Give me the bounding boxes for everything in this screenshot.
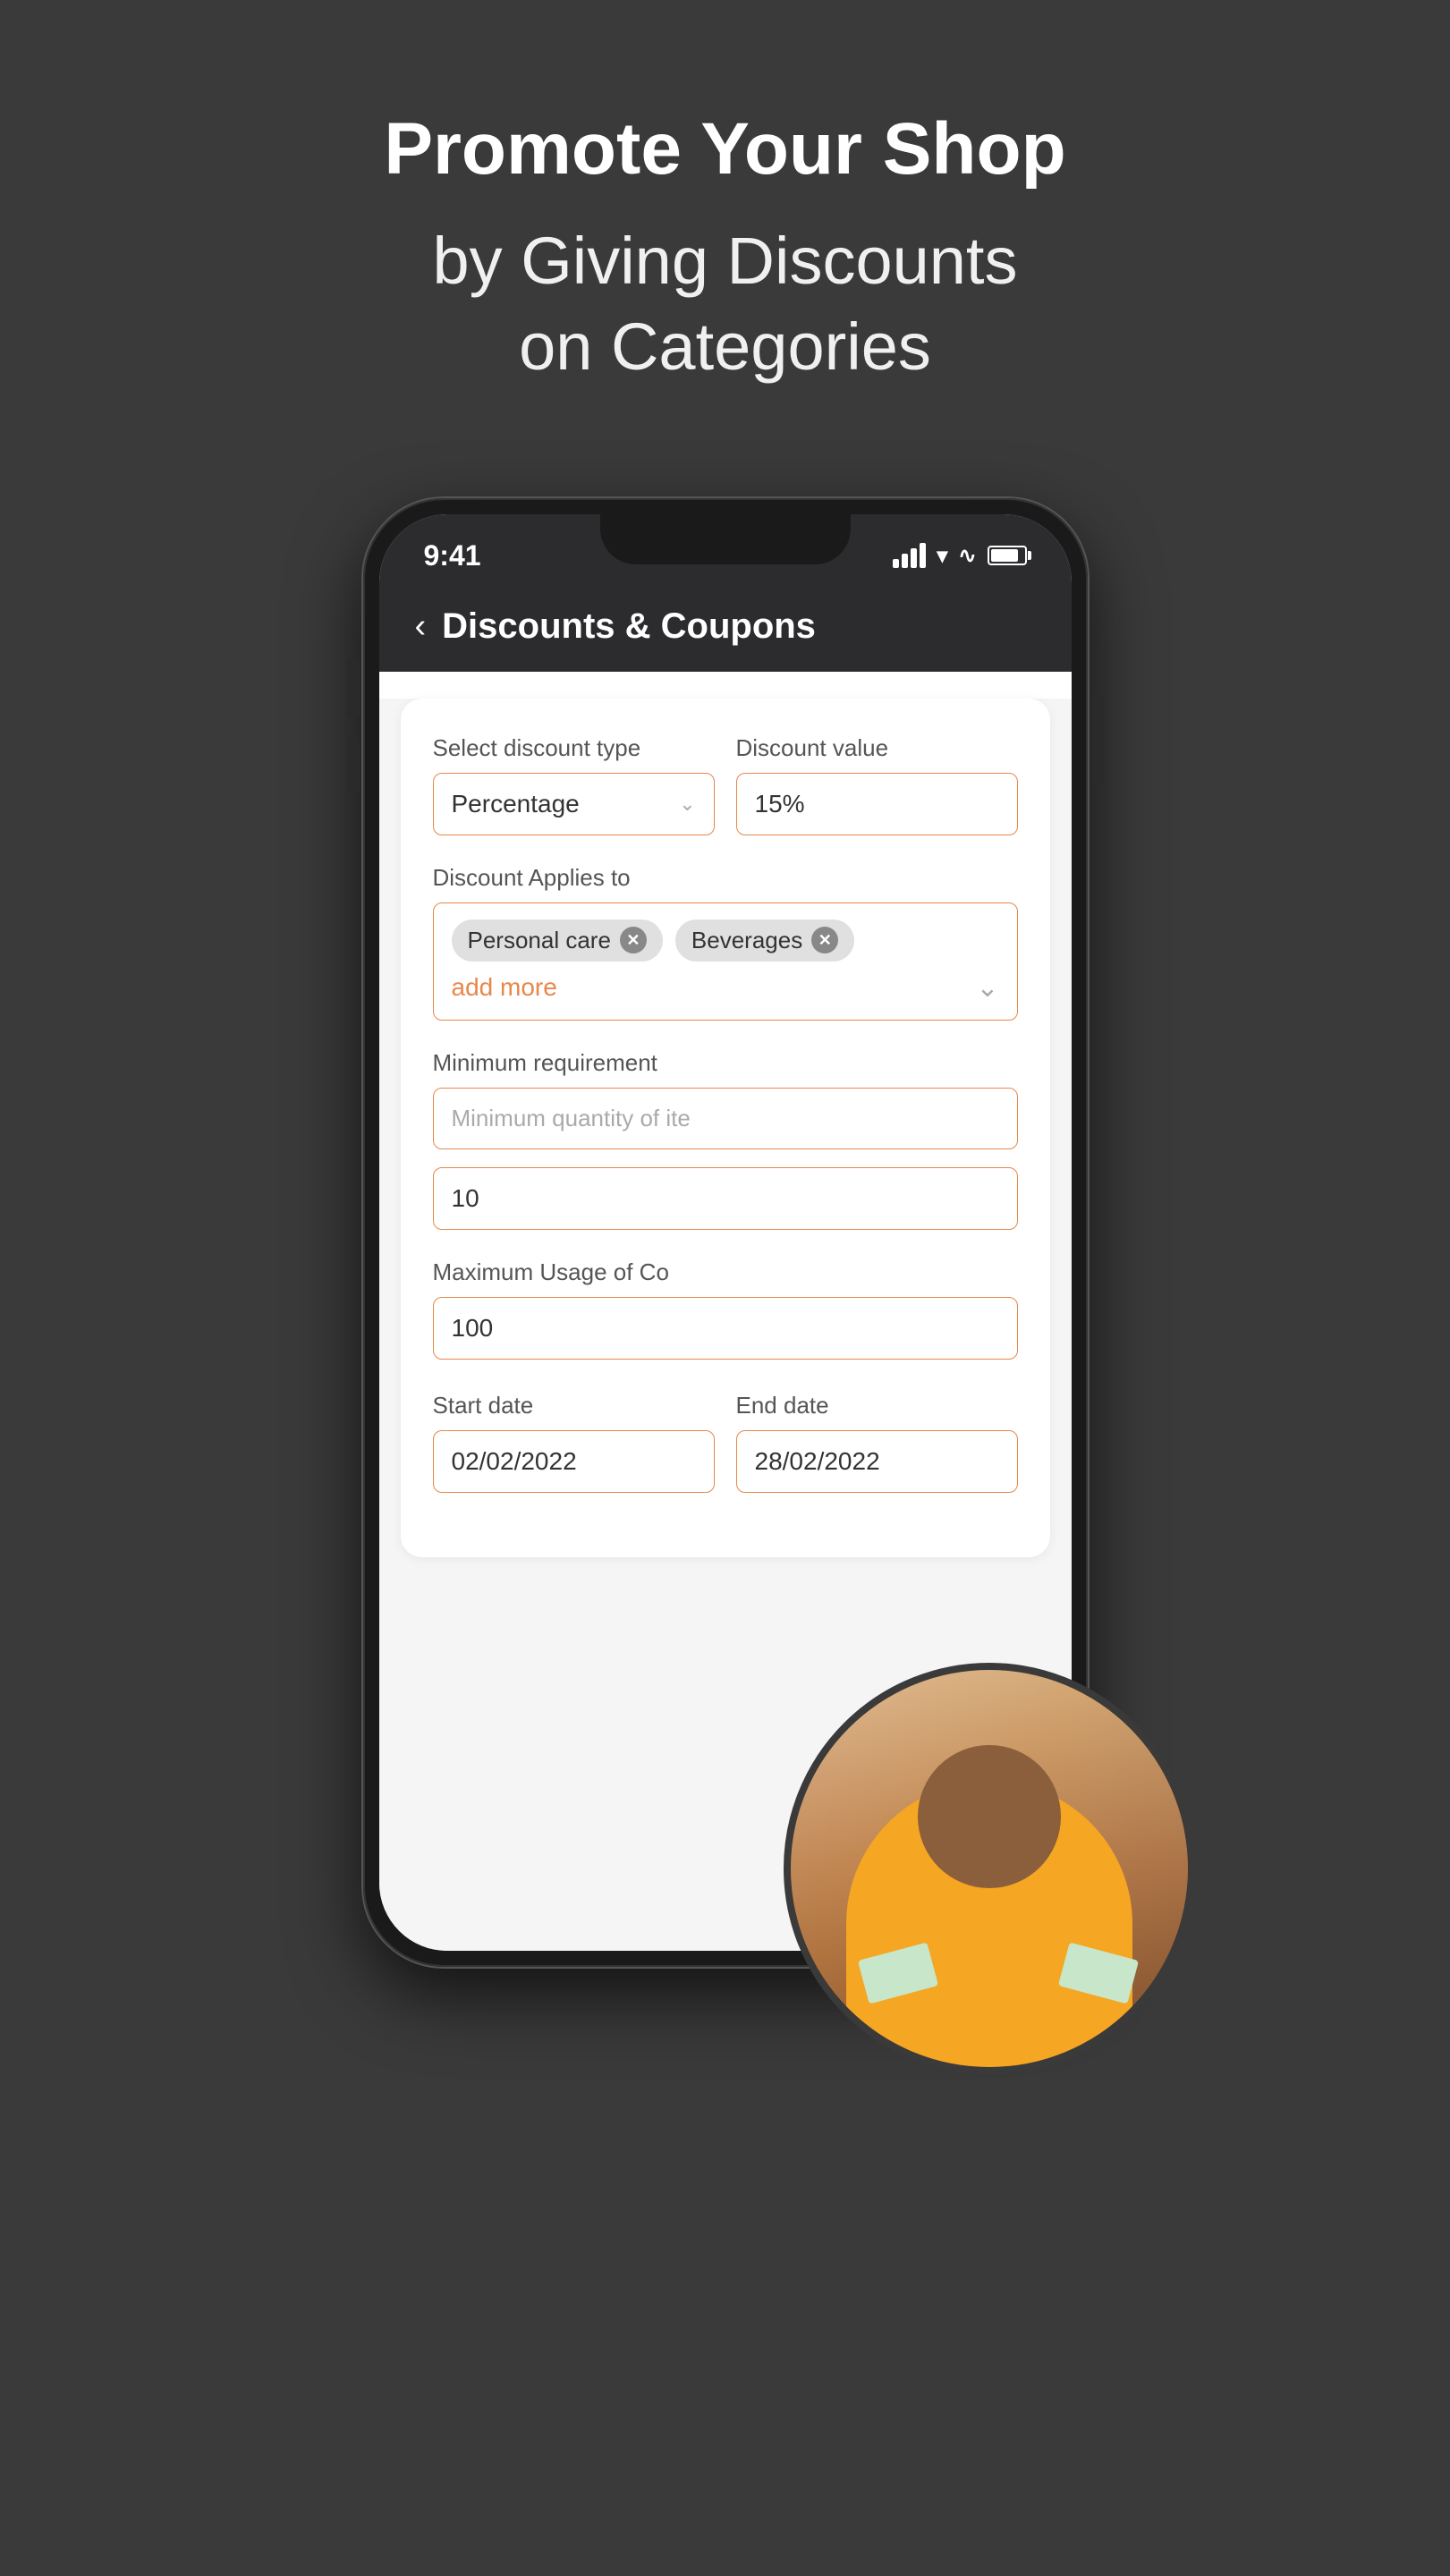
date-row: Start date 02/02/2022 End date 28/02/202… xyxy=(433,1392,1018,1493)
min-qty-group: 10 xyxy=(433,1167,1018,1230)
dropdown-chevron-icon: ⌄ xyxy=(679,792,695,816)
max-usage-input[interactable]: 100 xyxy=(433,1297,1018,1360)
min-qty-input[interactable]: 10 xyxy=(433,1167,1018,1230)
min-req-input[interactable]: Minimum quantity of ite xyxy=(433,1088,1018,1149)
tag-beverages[interactable]: Beverages ✕ xyxy=(675,919,854,962)
discount-type-dropdown[interactable]: Percentage ⌄ xyxy=(433,773,715,835)
add-more-chevron-icon: ⌄ xyxy=(976,972,998,1004)
page-title: Promote Your Shop xyxy=(384,107,1065,191)
discount-type-group: Select discount type Percentage ⌄ xyxy=(433,734,715,835)
nav-title: Discounts & Coupons xyxy=(442,606,816,647)
page-header: Promote Your Shop by Giving Discounts on… xyxy=(312,0,1137,462)
start-date-group: Start date 02/02/2022 xyxy=(433,1392,715,1493)
applies-to-group: Discount Applies to Personal care ✕ Beve… xyxy=(433,864,1018,1021)
tag-label: Personal care xyxy=(468,927,611,954)
back-icon[interactable]: ‹ xyxy=(415,607,427,646)
discount-row: Select discount type Percentage ⌄ Discou… xyxy=(433,734,1018,835)
status-time: 9:41 xyxy=(424,539,481,572)
form-card: Select discount type Percentage ⌄ Discou… xyxy=(401,699,1050,1557)
discount-value-label: Discount value xyxy=(736,734,1018,762)
tags-row: Personal care ✕ Beverages ✕ xyxy=(452,919,999,962)
tag-label: Beverages xyxy=(691,927,802,954)
power-button xyxy=(1091,695,1104,784)
wifi-symbol: ∿ xyxy=(958,543,976,569)
end-date-group: End date 28/02/2022 xyxy=(736,1392,1018,1493)
min-req-label: Minimum requirement xyxy=(433,1049,1018,1077)
notch xyxy=(600,514,851,564)
max-usage-label: Maximum Usage of Co xyxy=(433,1258,1018,1286)
discount-value-group: Discount value 15% xyxy=(736,734,1018,835)
battery-icon xyxy=(988,546,1027,565)
add-more-button[interactable]: add more xyxy=(452,973,557,1002)
page-subtitle: by Giving Discounts on Categories xyxy=(384,218,1065,390)
min-requirement-group: Minimum requirement Minimum quantity of … xyxy=(433,1049,1018,1149)
end-date-input[interactable]: 28/02/2022 xyxy=(736,1430,1018,1493)
end-date-label: End date xyxy=(736,1392,1018,1419)
person-image xyxy=(784,1663,1195,2074)
page-background: Promote Your Shop by Giving Discounts on… xyxy=(0,0,1450,2576)
applies-to-label: Discount Applies to xyxy=(433,864,1018,892)
volume-down-button xyxy=(347,735,360,793)
start-date-label: Start date xyxy=(433,1392,715,1419)
max-usage-group: Maximum Usage of Co 100 xyxy=(433,1258,1018,1360)
remove-beverages-button[interactable]: ✕ xyxy=(811,927,838,953)
start-date-input[interactable]: 02/02/2022 xyxy=(433,1430,715,1493)
status-icons: ▾︎ ∿ xyxy=(893,543,1026,569)
add-more-row: add more ⌄ xyxy=(452,972,999,1004)
nav-bar: ‹ Discounts & Coupons xyxy=(379,581,1072,672)
applies-to-box[interactable]: Personal care ✕ Beverages ✕ add xyxy=(433,902,1018,1021)
volume-up-button xyxy=(347,659,360,717)
discount-value-input[interactable]: 15% xyxy=(736,773,1018,835)
tag-personal-care[interactable]: Personal care ✕ xyxy=(452,919,663,962)
remove-personal-care-button[interactable]: ✕ xyxy=(620,927,647,953)
signal-icon xyxy=(893,543,926,568)
wifi-icon: ▾︎ xyxy=(937,543,947,569)
discount-type-label: Select discount type xyxy=(433,734,715,762)
